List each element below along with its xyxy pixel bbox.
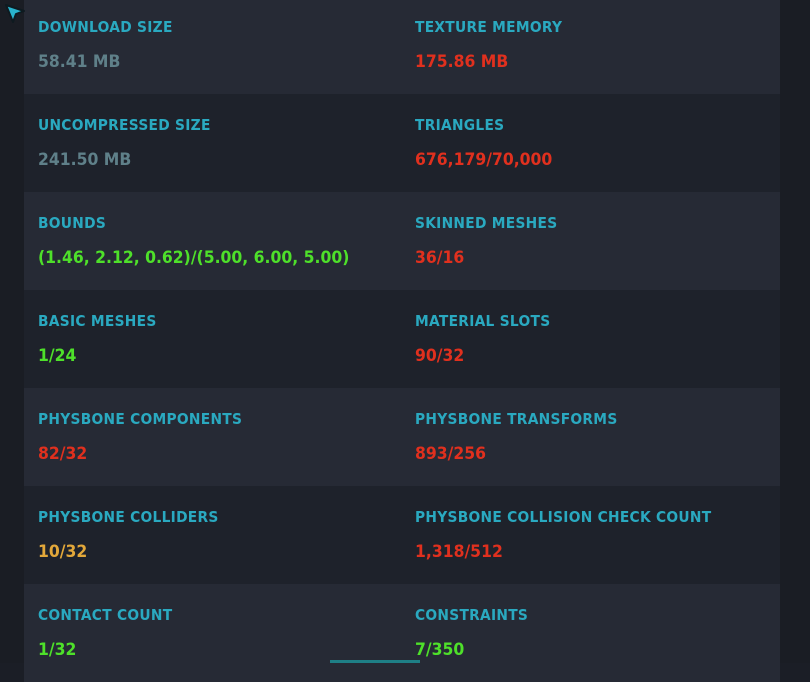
stat-value: 1/32 xyxy=(38,640,77,660)
stat-value: 1/24 xyxy=(38,346,77,366)
stat-label: SKINNED MESHES xyxy=(415,214,558,232)
stats-row: BOUNDS (1.46, 2.12, 0.62)/(5.00, 6.00, 5… xyxy=(24,192,780,290)
stat-label: MATERIAL SLOTS xyxy=(415,312,551,330)
stat-item: BOUNDS (1.46, 2.12, 0.62)/(5.00, 6.00, 5… xyxy=(24,192,401,290)
stat-item: CONTACT COUNT 1/32 xyxy=(24,584,401,682)
stat-value: 58.41 MB xyxy=(38,52,121,72)
stat-value: 1,318/512 xyxy=(415,542,503,562)
stat-label: TEXTURE MEMORY xyxy=(415,18,563,36)
stat-item: TEXTURE MEMORY 175.86 MB xyxy=(401,0,778,94)
stat-value: (1.46, 2.12, 0.62)/(5.00, 6.00, 5.00) xyxy=(38,248,350,268)
stat-item: DOWNLOAD SIZE 58.41 MB xyxy=(24,0,401,94)
stat-value: 90/32 xyxy=(415,346,465,366)
stat-item: PHYSBONE COLLISION CHECK COUNT 1,318/512 xyxy=(401,486,778,584)
stat-label: DOWNLOAD SIZE xyxy=(38,18,173,36)
stat-label: BASIC MESHES xyxy=(38,312,157,330)
cursor-arrow-icon xyxy=(4,3,26,29)
stat-value: 676,179/70,000 xyxy=(415,150,553,170)
stats-row: BASIC MESHES 1/24 MATERIAL SLOTS 90/32 xyxy=(24,290,780,388)
performance-stats-panel: DOWNLOAD SIZE 58.41 MB TEXTURE MEMORY 175… xyxy=(24,0,780,682)
stat-value: 241.50 MB xyxy=(38,150,132,170)
left-gutter xyxy=(0,0,24,663)
stat-value: 36/16 xyxy=(415,248,465,268)
stat-value: 7/350 xyxy=(415,640,465,660)
stat-item: TRIANGLES 676,179/70,000 xyxy=(401,94,778,192)
right-gutter xyxy=(780,0,810,663)
stat-label: UNCOMPRESSED SIZE xyxy=(38,116,211,134)
stat-label: CONSTRAINTS xyxy=(415,606,529,624)
stat-item: BASIC MESHES 1/24 xyxy=(24,290,401,388)
stats-row: CONTACT COUNT 1/32 CONSTRAINTS 7/350 xyxy=(24,584,780,682)
stat-value: 82/32 xyxy=(38,444,88,464)
stat-item: PHYSBONE COLLIDERS 10/32 xyxy=(24,486,401,584)
stat-item: CONSTRAINTS 7/350 xyxy=(401,584,778,682)
stats-row: PHYSBONE COLLIDERS 10/32 PHYSBONE COLLISI… xyxy=(24,486,780,584)
stats-row: UNCOMPRESSED SIZE 241.50 MB TRIANGLES 676… xyxy=(24,94,780,192)
stats-row: PHYSBONE COMPONENTS 82/32 PHYSBONE TRANSF… xyxy=(24,388,780,486)
stat-item: UNCOMPRESSED SIZE 241.50 MB xyxy=(24,94,401,192)
stats-row: DOWNLOAD SIZE 58.41 MB TEXTURE MEMORY 175… xyxy=(24,0,780,94)
stat-value: 893/256 xyxy=(415,444,487,464)
stat-value: 10/32 xyxy=(38,542,88,562)
stat-label: PHYSBONE COLLIDERS xyxy=(38,508,219,526)
stat-item: SKINNED MESHES 36/16 xyxy=(401,192,778,290)
stat-label: PHYSBONE COMPONENTS xyxy=(38,410,243,428)
stat-item: MATERIAL SLOTS 90/32 xyxy=(401,290,778,388)
stat-label: PHYSBONE TRANSFORMS xyxy=(415,410,618,428)
stat-label: CONTACT COUNT xyxy=(38,606,173,624)
stat-label: BOUNDS xyxy=(38,214,107,232)
stat-item: PHYSBONE COMPONENTS 82/32 xyxy=(24,388,401,486)
stat-value: 175.86 MB xyxy=(415,52,509,72)
stat-label: TRIANGLES xyxy=(415,116,505,134)
stat-label: PHYSBONE COLLISION CHECK COUNT xyxy=(415,508,712,526)
stat-item: PHYSBONE TRANSFORMS 893/256 xyxy=(401,388,778,486)
